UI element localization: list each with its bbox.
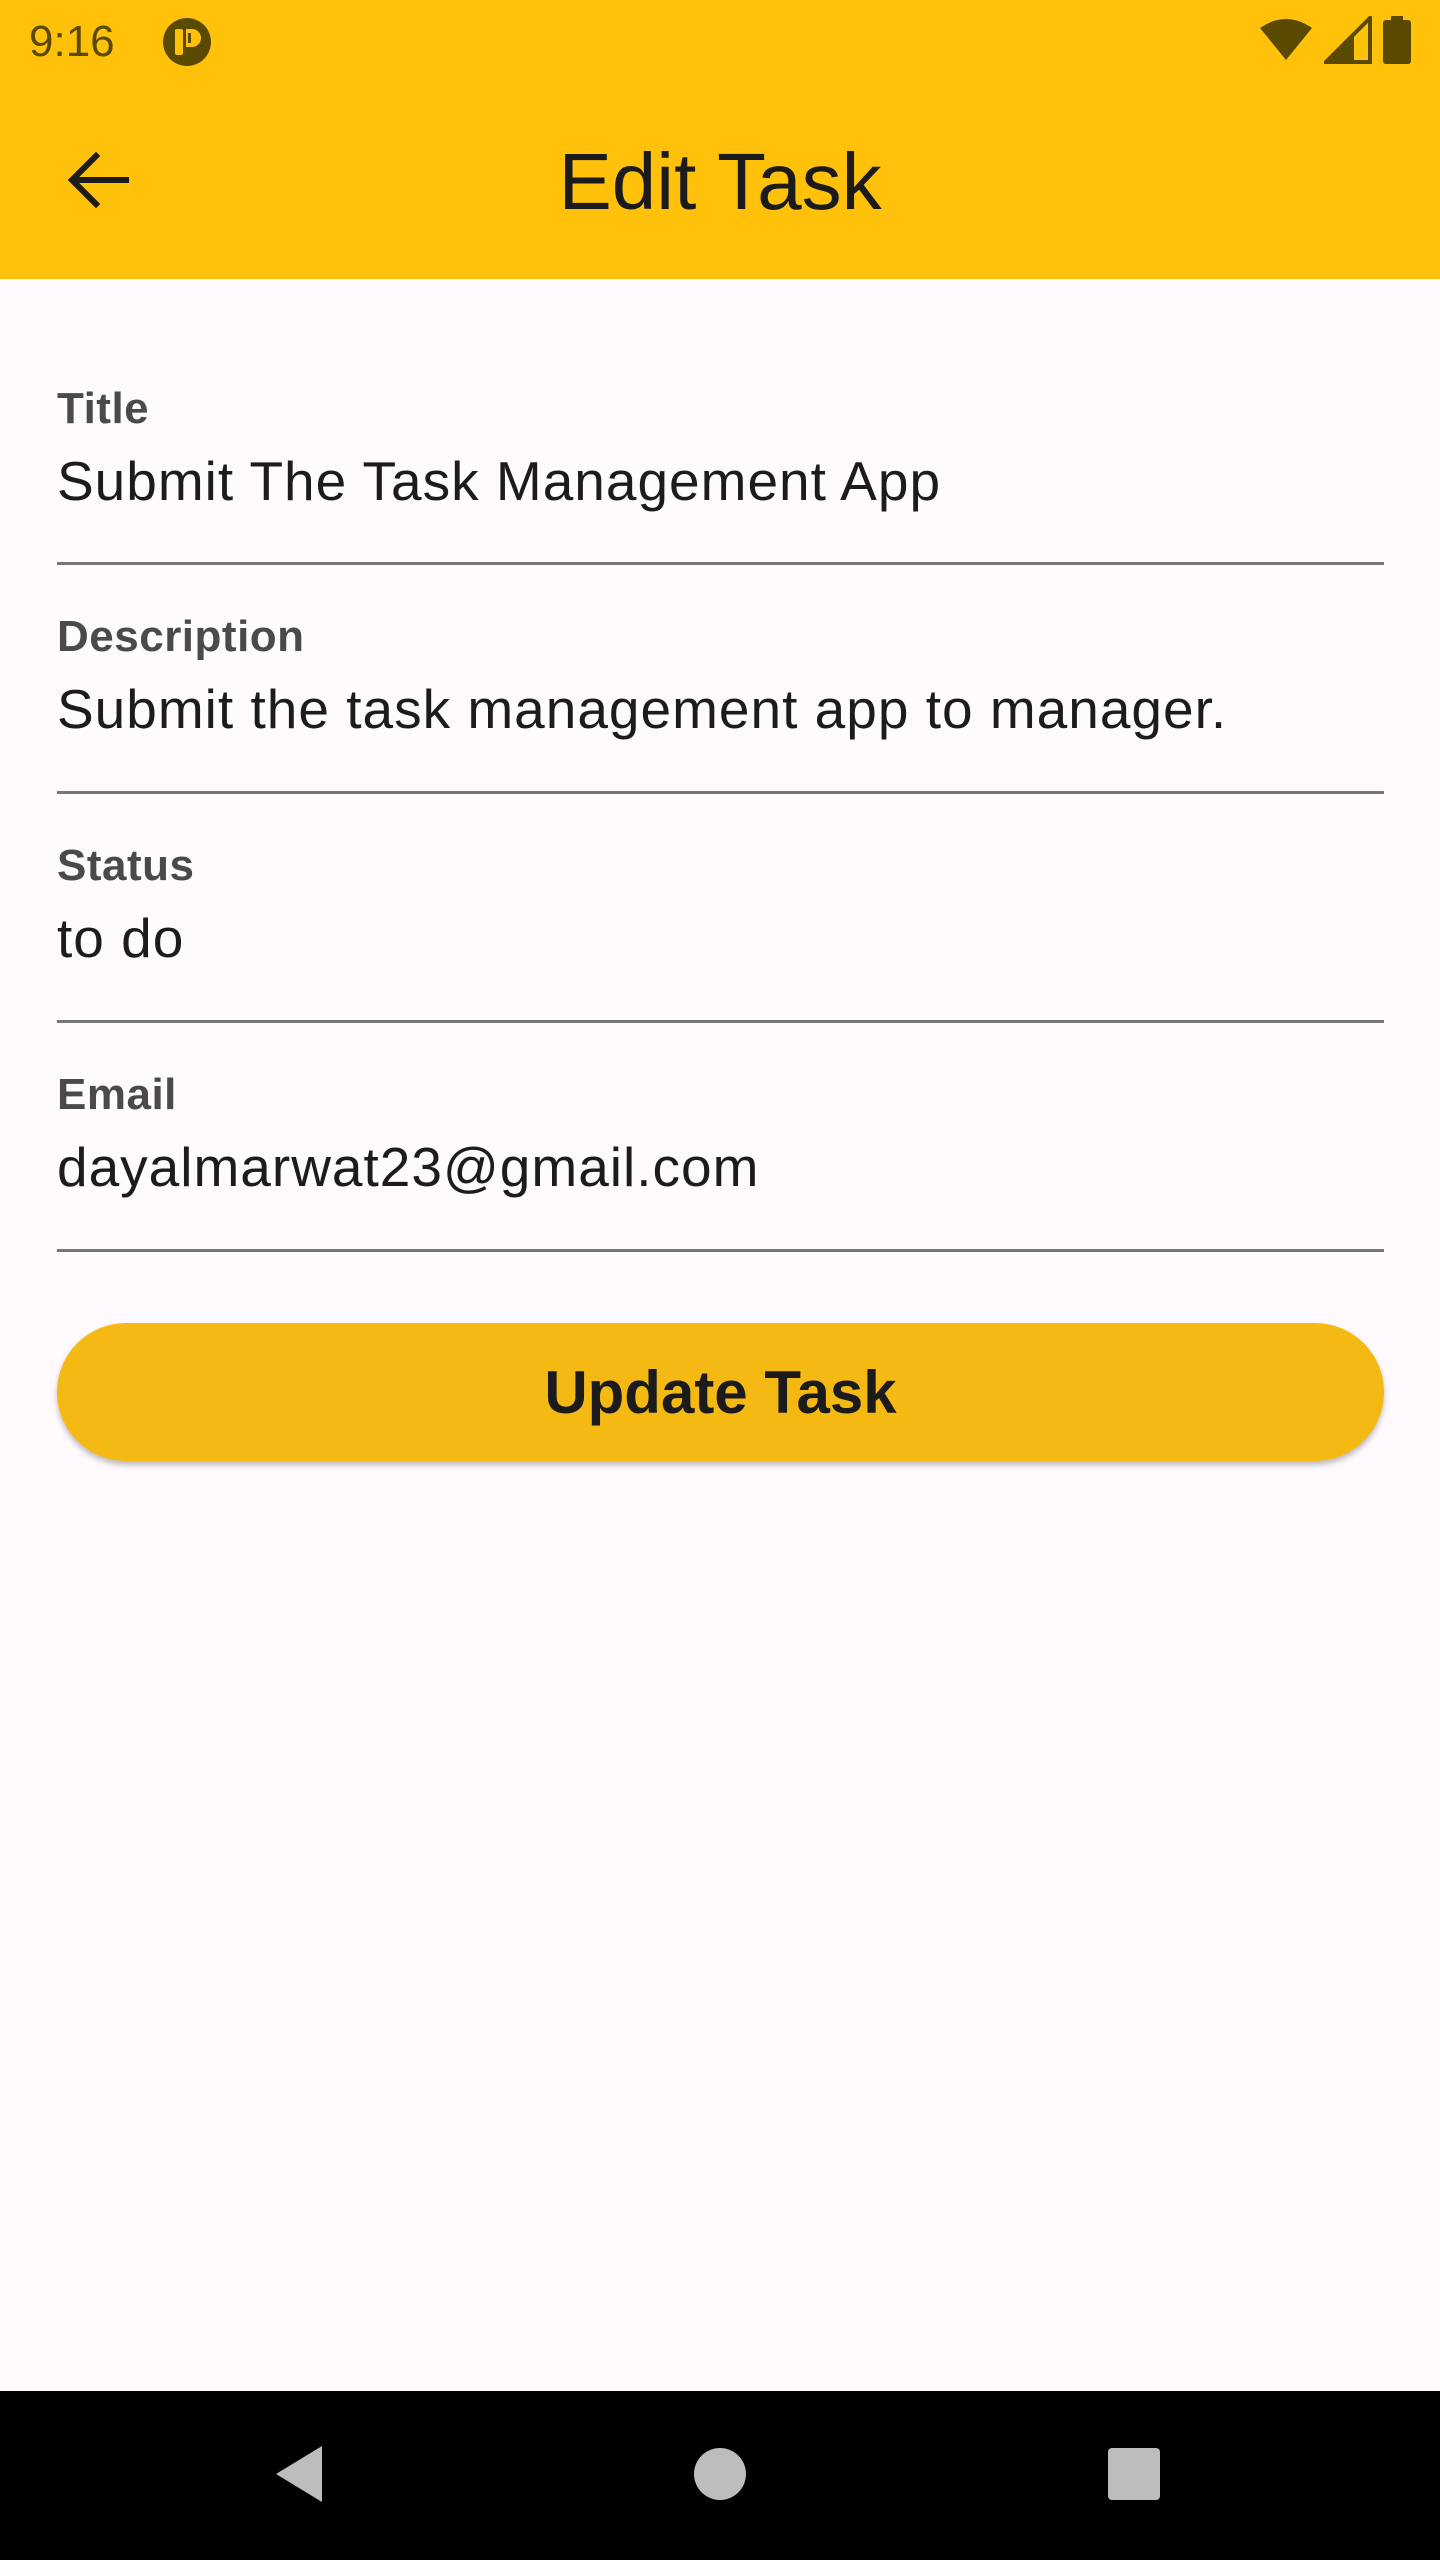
recents-square-icon bbox=[1106, 2446, 1162, 2507]
email-input[interactable] bbox=[57, 1135, 1384, 1199]
status-field[interactable]: Status bbox=[57, 794, 1384, 1023]
app-bar: Edit Task bbox=[0, 84, 1440, 279]
nav-home-button[interactable] bbox=[675, 2431, 765, 2521]
status-time: 9:16 bbox=[29, 17, 115, 66]
email-label: Email bbox=[57, 1070, 177, 1119]
status-input[interactable] bbox=[57, 906, 1384, 970]
home-circle-icon bbox=[692, 2446, 748, 2507]
email-field[interactable]: Email bbox=[57, 1023, 1384, 1252]
update-task-button[interactable]: Update Task bbox=[57, 1323, 1384, 1461]
back-button[interactable] bbox=[48, 132, 148, 232]
page-title: Edit Task bbox=[558, 137, 882, 226]
title-field[interactable]: Title bbox=[57, 279, 1384, 565]
nav-back-button[interactable] bbox=[255, 2431, 345, 2521]
nav-recents-button[interactable] bbox=[1089, 2431, 1179, 2521]
title-label: Title bbox=[57, 384, 150, 433]
description-field[interactable]: Description bbox=[57, 565, 1384, 794]
status-label: Status bbox=[57, 841, 195, 890]
status-bar: 9:16 bbox=[0, 0, 1440, 84]
wifi-icon bbox=[1258, 18, 1314, 67]
task-form: Title Description Status Email bbox=[57, 279, 1384, 1252]
back-triangle-icon bbox=[270, 2442, 330, 2511]
signal-icon bbox=[1321, 12, 1372, 69]
battery-icon bbox=[1382, 15, 1412, 69]
status-icons bbox=[1258, 12, 1412, 69]
description-input[interactable] bbox=[57, 677, 1384, 741]
description-label: Description bbox=[57, 612, 305, 661]
system-nav-bar bbox=[0, 2391, 1440, 2560]
title-input[interactable] bbox=[57, 449, 1384, 513]
arrow-back-icon bbox=[66, 151, 130, 213]
app-notification-icon bbox=[162, 17, 212, 67]
